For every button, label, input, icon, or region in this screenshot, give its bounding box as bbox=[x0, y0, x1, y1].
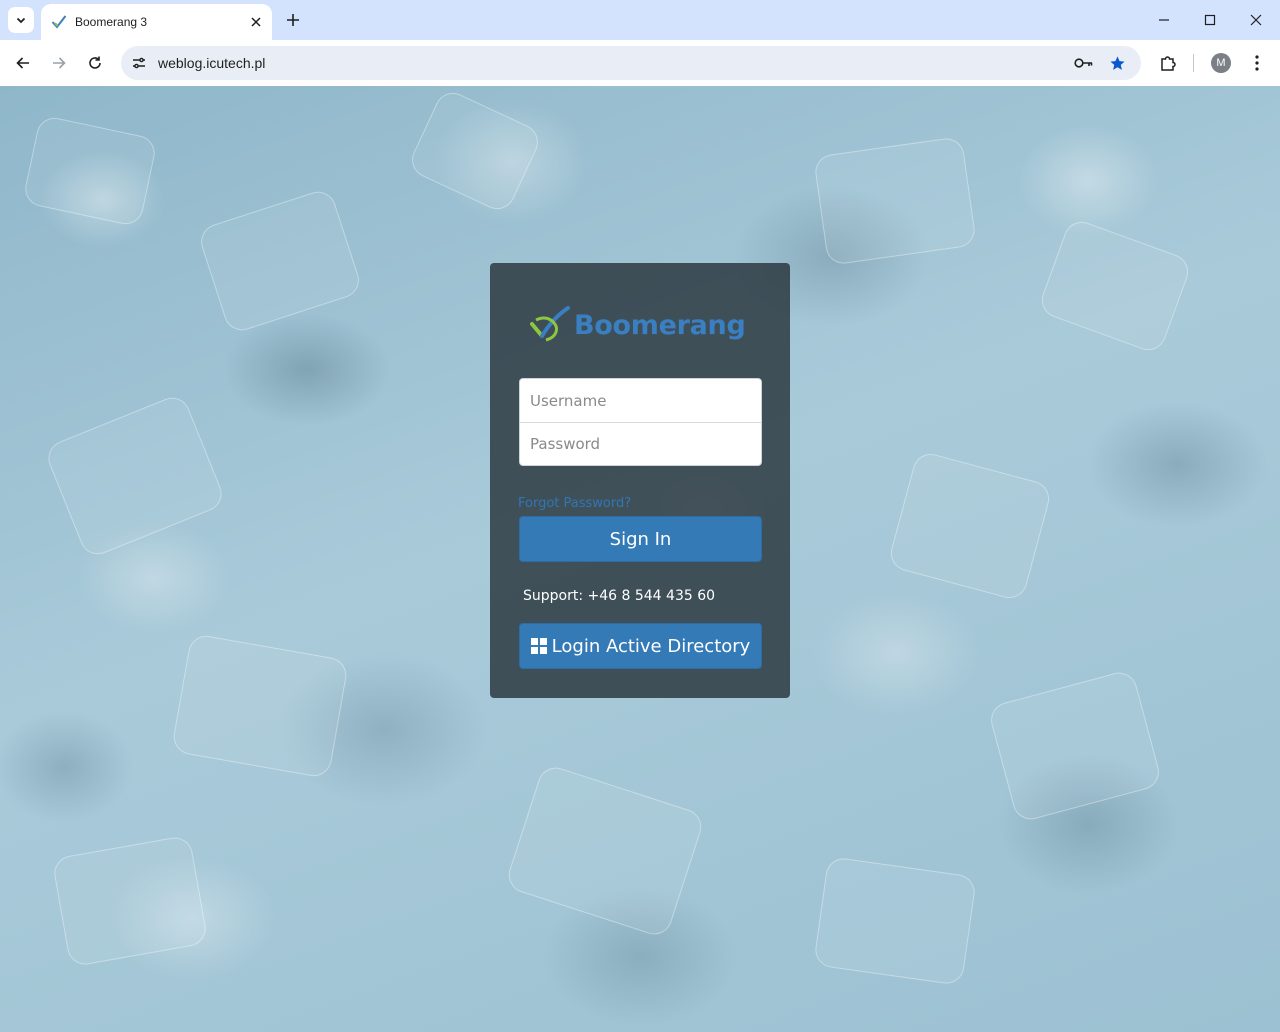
page-viewport: Boomerang Forgot Password? Sign In Suppo… bbox=[0, 86, 1280, 1032]
reload-icon bbox=[89, 56, 101, 69]
forgot-password-link[interactable]: Forgot Password? bbox=[518, 496, 631, 511]
ice-texture bbox=[886, 449, 1054, 603]
ice-texture bbox=[987, 668, 1163, 824]
boomerang-check-icon bbox=[51, 15, 67, 29]
reload-button[interactable] bbox=[83, 51, 107, 75]
tab-title: Boomerang 3 bbox=[75, 15, 148, 29]
close-icon bbox=[1250, 14, 1262, 26]
ice-texture bbox=[51, 834, 209, 968]
username-input[interactable] bbox=[520, 379, 761, 422]
tune-icon bbox=[133, 57, 145, 69]
chevron-down-icon bbox=[16, 17, 26, 24]
puzzle-icon bbox=[1161, 56, 1176, 71]
tab-search-button[interactable] bbox=[8, 7, 34, 33]
minimize-icon bbox=[1159, 19, 1169, 21]
ice-texture bbox=[42, 392, 228, 560]
new-tab-button[interactable] bbox=[283, 10, 303, 30]
browser-titlebar: Boomerang 3 bbox=[0, 0, 1280, 40]
password-input[interactable] bbox=[520, 422, 761, 465]
browser-menu-button[interactable] bbox=[1245, 51, 1269, 75]
ice-texture bbox=[406, 86, 544, 216]
logo-text: Boomerang bbox=[574, 309, 746, 341]
sign-in-label: Sign In bbox=[609, 528, 672, 550]
windows-icon bbox=[530, 638, 547, 654]
arrow-right-icon bbox=[53, 57, 66, 69]
login-panel: Boomerang Forgot Password? Sign In Suppo… bbox=[490, 263, 790, 698]
maximize-icon bbox=[1204, 14, 1216, 26]
ice-texture bbox=[196, 187, 364, 335]
maximize-button[interactable] bbox=[1197, 8, 1223, 32]
toolbar-separator bbox=[1193, 54, 1194, 72]
arrow-left-icon bbox=[16, 57, 29, 69]
credentials-group bbox=[519, 378, 762, 466]
url-text[interactable]: weblog.icutech.pl bbox=[158, 55, 265, 71]
tab-boomerang[interactable]: Boomerang 3 bbox=[41, 4, 272, 40]
ice-texture bbox=[21, 114, 159, 228]
minimize-button[interactable] bbox=[1151, 8, 1177, 32]
address-bar[interactable]: weblog.icutech.pl bbox=[121, 46, 1141, 80]
boomerang-logo: Boomerang bbox=[530, 305, 746, 345]
ice-texture bbox=[504, 762, 706, 940]
extensions-button[interactable] bbox=[1156, 51, 1180, 75]
ice-texture bbox=[813, 856, 977, 986]
plus-icon bbox=[287, 14, 299, 26]
browser-toolbar: weblog.icutech.pl M bbox=[0, 40, 1280, 86]
support-phone: Support: +46 8 544 435 60 bbox=[523, 588, 716, 604]
forward-button[interactable] bbox=[47, 51, 71, 75]
site-info-button[interactable] bbox=[129, 53, 149, 73]
close-icon bbox=[251, 17, 261, 27]
ice-texture bbox=[1036, 216, 1194, 356]
ice-texture bbox=[813, 136, 977, 266]
key-icon bbox=[1074, 58, 1093, 68]
password-manager-button[interactable] bbox=[1074, 53, 1094, 73]
close-window-button[interactable] bbox=[1243, 8, 1269, 32]
back-button[interactable] bbox=[11, 51, 35, 75]
star-icon bbox=[1109, 55, 1125, 70]
boomerang-logo-icon bbox=[530, 306, 570, 342]
more-vert-icon bbox=[1255, 55, 1259, 71]
tab-close-button[interactable] bbox=[247, 13, 265, 31]
login-active-directory-button[interactable]: Login Active Directory bbox=[519, 623, 762, 669]
sign-in-button[interactable]: Sign In bbox=[519, 516, 762, 562]
profile-avatar[interactable]: M bbox=[1211, 53, 1231, 73]
ice-texture bbox=[170, 633, 350, 779]
bookmark-button[interactable] bbox=[1107, 53, 1127, 73]
login-active-directory-label: Login Active Directory bbox=[551, 635, 751, 657]
